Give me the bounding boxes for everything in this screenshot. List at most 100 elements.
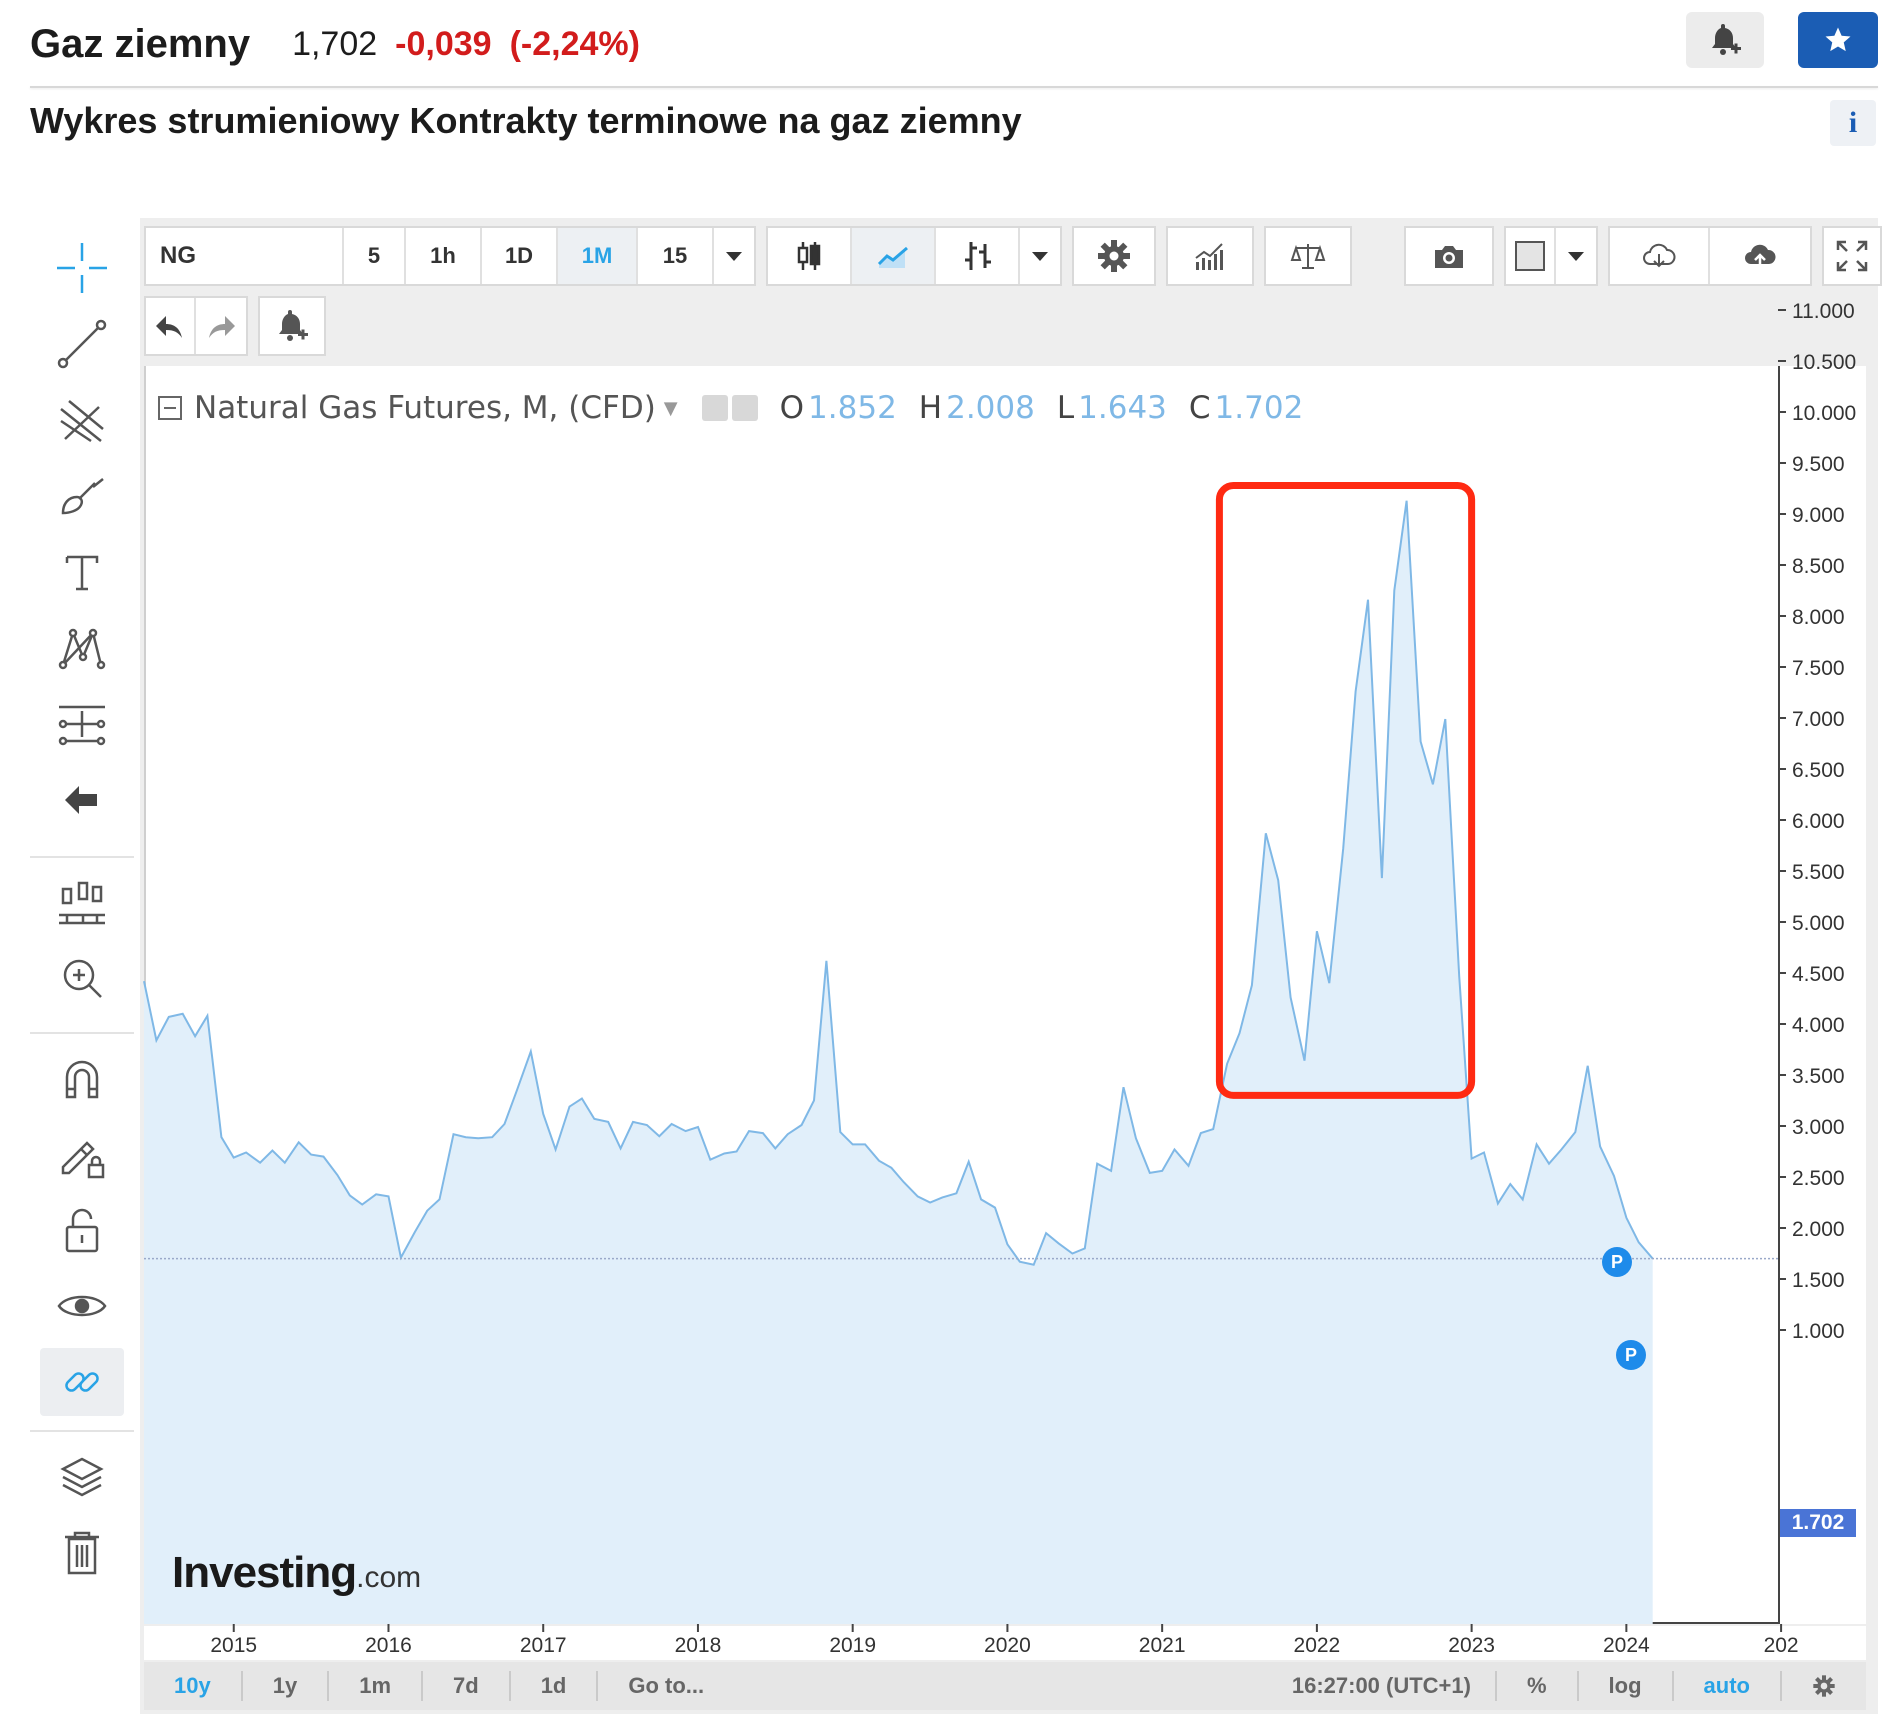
legend-actions [701, 395, 758, 421]
open-label: O [779, 390, 805, 426]
load-chart-button[interactable] [1610, 228, 1710, 284]
chart-type-dropdown[interactable] [1020, 228, 1060, 284]
x-tick-label: 2016 [365, 1634, 412, 1657]
scale-settings-button[interactable] [1782, 1671, 1866, 1701]
back-tool[interactable] [40, 766, 124, 834]
candles-chart-button[interactable] [768, 228, 852, 284]
bell-plus-icon [279, 310, 308, 341]
compare-button[interactable] [1266, 228, 1350, 284]
eye-icon[interactable] [701, 395, 728, 421]
y-tick-label: 2.500 [1792, 1167, 1845, 1190]
add-price-alert-button[interactable] [260, 298, 324, 354]
undo-icon [156, 316, 182, 338]
ohlc-bars-icon [965, 242, 991, 270]
event-marker-p[interactable]: P [1616, 1340, 1646, 1370]
background-color-button[interactable] [1506, 228, 1556, 284]
event-marker-p[interactable]: P [1602, 1247, 1632, 1277]
series-title[interactable]: Natural Gas Futures, M, (CFD) [194, 390, 656, 426]
y-tick-label: 11.000 [1792, 300, 1855, 323]
gear-icon[interactable] [731, 395, 758, 421]
range-1d[interactable]: 1d [511, 1671, 599, 1701]
snapshot-group [1404, 226, 1494, 286]
info-button[interactable]: i [1830, 100, 1876, 146]
collapse-legend-icon[interactable] [158, 396, 182, 420]
pattern-tool[interactable] [40, 614, 124, 682]
interval-1m[interactable]: 1M [558, 228, 638, 284]
drawing-mode-tool[interactable] [40, 1120, 124, 1188]
brush-tool[interactable] [40, 462, 124, 530]
cloud-upload-icon [1745, 244, 1776, 268]
snapshot-button[interactable] [1406, 228, 1492, 284]
y-tick-label: 4.000 [1792, 1014, 1845, 1037]
layers-icon [60, 1457, 104, 1497]
object-tree-tool[interactable] [40, 1442, 124, 1510]
redo-button[interactable] [196, 298, 246, 354]
y-tick-label: 6.000 [1792, 810, 1845, 833]
interval-5[interactable]: 5 [344, 228, 406, 284]
undo-button[interactable] [146, 298, 196, 354]
x-tick-label: 2023 [1448, 1634, 1495, 1657]
low-label: L [1056, 390, 1075, 426]
x-tick-label: 2015 [210, 1634, 257, 1657]
candles-icon [797, 242, 821, 270]
background-color-dropdown[interactable] [1556, 228, 1596, 284]
trend-line-tool[interactable] [40, 310, 124, 378]
redo-icon [209, 316, 235, 338]
prediction-tool[interactable] [40, 690, 124, 758]
range-7d[interactable]: 7d [423, 1671, 511, 1701]
text-icon [65, 555, 99, 591]
visibility-tool[interactable] [40, 1272, 124, 1340]
bell-plus-icon [1712, 24, 1741, 55]
drawing-toolbar [30, 218, 140, 1714]
x-tick-label: 2018 [675, 1634, 722, 1657]
range-1y[interactable]: 1y [243, 1671, 330, 1701]
link-icon [65, 1372, 99, 1392]
area-chart-button[interactable] [852, 228, 936, 284]
instrument-header: Gaz ziemny 1,702 -0,039 (-2,24%) [30, 14, 640, 74]
remove-drawings-tool[interactable] [40, 1518, 124, 1586]
x-tick-label: 2022 [1294, 1634, 1341, 1657]
indicators-button[interactable] [1168, 228, 1252, 284]
crosshair-tool[interactable] [40, 234, 124, 302]
compare-candles-tool[interactable] [40, 868, 124, 936]
arrow-left-icon [65, 786, 97, 814]
add-alert-button[interactable] [1686, 12, 1764, 68]
lock-tool[interactable] [40, 1196, 124, 1264]
y-tick-label: 10.500 [1792, 351, 1856, 374]
pitchfork-tool[interactable] [40, 386, 124, 454]
alert-group [258, 296, 326, 356]
gear-icon [1098, 240, 1130, 272]
text-tool[interactable] [40, 538, 124, 606]
interval-dropdown[interactable] [714, 228, 754, 284]
bars-chart-button[interactable] [936, 228, 1020, 284]
interval-1d[interactable]: 1D [482, 228, 558, 284]
magnet-tool[interactable] [40, 1044, 124, 1112]
save-chart-button[interactable] [1710, 228, 1810, 284]
interval-15[interactable]: 15 [638, 228, 714, 284]
goto-date-button[interactable]: Go to... [598, 1671, 734, 1701]
settings-button[interactable] [1074, 228, 1154, 284]
symbol-input[interactable]: NG [146, 228, 344, 284]
x-tick-label: 2020 [984, 1634, 1031, 1657]
sync-drawings-tool[interactable] [40, 1348, 124, 1416]
range-1m[interactable]: 1m [329, 1671, 423, 1701]
y-tick-label: 2.000 [1792, 1218, 1845, 1241]
auto-scale-toggle[interactable]: auto [1674, 1671, 1782, 1701]
indicators-group [1166, 226, 1254, 286]
timezone-clock[interactable]: 16:27:00 (UTC+1) [1268, 1671, 1497, 1701]
caret-down-icon[interactable]: ▼ [664, 398, 678, 419]
last-price: 1,702 [292, 24, 378, 63]
interval-1h[interactable]: 1h [406, 228, 482, 284]
percent-scale-toggle[interactable]: % [1497, 1671, 1579, 1701]
crosshair-icon [57, 243, 107, 293]
chart-type-group [766, 226, 1062, 286]
symbol-interval-group: NG 5 1h 1D 1M 15 [144, 226, 756, 286]
add-to-watchlist-button[interactable] [1798, 12, 1878, 68]
range-10y[interactable]: 10y [144, 1671, 243, 1701]
fullscreen-button[interactable] [1824, 228, 1880, 284]
chart-top-toolbar: NG 5 1h 1D 1M 15 [144, 226, 1892, 288]
zoom-tool[interactable] [40, 944, 124, 1012]
log-scale-toggle[interactable]: log [1579, 1671, 1674, 1701]
camera-icon [1435, 246, 1463, 268]
